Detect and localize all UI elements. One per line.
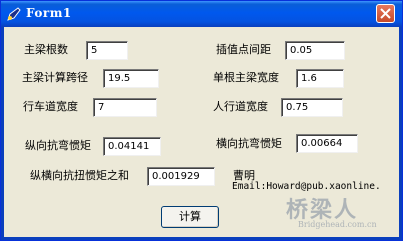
app-icon (7, 7, 21, 21)
main-beam-count-label: 主梁根数 (24, 43, 68, 56)
close-icon (380, 8, 391, 19)
long-bending-inertia-label: 纵向抗弯惯矩 (25, 139, 91, 152)
close-button[interactable] (376, 4, 395, 23)
watermark-url: Bridgehead.com.cn (298, 220, 377, 229)
author-email: Email:Howard@pub.xaonline. (232, 181, 381, 192)
interp-spacing-input[interactable]: 0.05 (285, 41, 345, 60)
lane-width-input[interactable]: 7 (93, 98, 157, 117)
frame-right (399, 27, 402, 240)
torsion-sum-input[interactable]: 0.001929 (147, 167, 215, 186)
sidewalk-width-input[interactable]: 0.75 (281, 98, 343, 117)
trans-bending-inertia-input[interactable]: 0.00664 (296, 134, 358, 153)
main-beam-span-label: 主梁计算跨径 (22, 71, 88, 84)
form1-window: Form1 主梁根数 5 插值点间距 0.05 主梁计算跨径 19.5 单根主梁… (0, 0, 403, 241)
main-beam-span-input[interactable]: 19.5 (103, 69, 159, 88)
frame-left (1, 27, 4, 240)
window-title: Form1 (26, 6, 72, 20)
title-bar[interactable]: Form1 (1, 1, 402, 27)
long-bending-inertia-input[interactable]: 0.04141 (103, 137, 161, 156)
lane-width-label: 行车道宽度 (23, 100, 78, 113)
torsion-sum-label: 纵横向抗扭惯矩之和 (30, 169, 129, 182)
frame-bottom (1, 237, 402, 240)
interp-spacing-label: 插值点间距 (216, 43, 271, 56)
trans-bending-inertia-label: 横向抗弯惯矩 (216, 137, 282, 150)
main-beam-count-input[interactable]: 5 (86, 41, 128, 60)
calculate-button[interactable]: 计算 (161, 206, 219, 228)
single-beam-width-label: 单根主梁宽度 (213, 71, 279, 84)
single-beam-width-input[interactable]: 1.6 (296, 69, 344, 88)
sidewalk-width-label: 人行道宽度 (213, 100, 268, 113)
